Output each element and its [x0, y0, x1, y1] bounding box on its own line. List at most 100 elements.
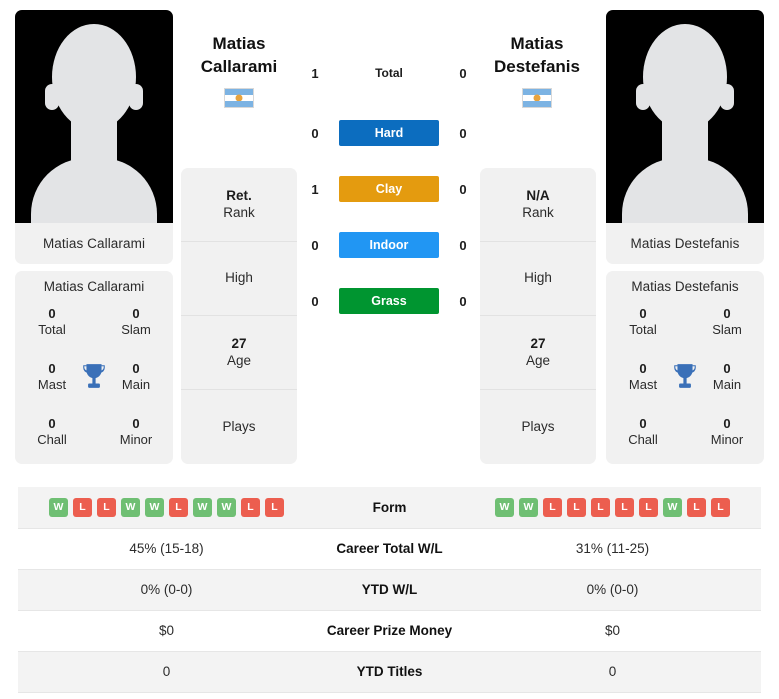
h2h-surface-badge-hard[interactable]: Hard — [339, 120, 439, 146]
titles-slam-label-right: Slam — [712, 322, 742, 338]
stat-value-right: 0% (0-0) — [586, 582, 639, 597]
titles-minor-label-right: Minor — [710, 432, 744, 448]
h2h-surface-badge-total[interactable]: Total — [339, 60, 439, 86]
info-row-plays-left: Plays — [181, 390, 297, 464]
age-value-left: 27 — [231, 335, 247, 351]
titles-chall-label-left: Chall — [37, 432, 67, 448]
titles-slam-left: 0 Slam — [105, 306, 167, 339]
form-badge-loss[interactable]: L — [73, 497, 92, 517]
form-badge-loss[interactable]: L — [265, 497, 284, 517]
form-badge-loss[interactable]: L — [543, 497, 562, 517]
titles-card-name-left: Matias Callarami — [43, 279, 145, 294]
titles-chall-value-left: 0 — [48, 416, 56, 431]
titles-total-label-right: Total — [629, 322, 657, 338]
argentina-flag-icon-right — [522, 88, 552, 108]
table-row: 0 YTD Titles 0 — [18, 651, 761, 692]
titles-minor-label-left: Minor — [119, 432, 153, 448]
form-badge-win[interactable]: W — [663, 497, 682, 517]
form-badge-loss[interactable]: L — [639, 497, 658, 517]
stat-value-right: $0 — [604, 623, 621, 638]
player-last-name-left: Callarami — [200, 56, 278, 76]
form-badge-win[interactable]: W — [145, 497, 164, 517]
stat-value-right: 0 — [608, 664, 617, 679]
info-row-age-left: 27 Age — [181, 316, 297, 390]
rank-label-right: Rank — [522, 204, 554, 220]
h2h-surface-badge-clay[interactable]: Clay — [339, 176, 439, 202]
titles-mast-label-right: Mast — [628, 377, 658, 393]
form-badge-loss[interactable]: L — [241, 497, 260, 517]
info-row-high-left: High — [181, 242, 297, 316]
player-headline-name-left: Matias Callarami — [164, 33, 314, 79]
h2h-row-grass: 0 Grass 0 — [304, 288, 474, 314]
titles-slam-value-left: 0 — [132, 306, 140, 321]
high-label-left: High — [225, 270, 253, 286]
stat-value-left: $0 — [158, 623, 175, 638]
stat-value-right: WWLLLLLWLL — [464, 487, 761, 528]
rank-label-left: Rank — [223, 204, 255, 220]
avatar-ear-left — [636, 84, 650, 110]
h2h-score-right-hard: 0 — [459, 125, 467, 141]
argentina-flag-icon-left — [224, 88, 254, 108]
stat-label: YTD W/L — [361, 582, 418, 597]
form-badge-win[interactable]: W — [217, 497, 236, 517]
age-value-right: 27 — [530, 335, 546, 351]
h2h-score-left-hard: 0 — [311, 125, 319, 141]
age-label-right: Age — [525, 352, 551, 368]
h2h-score-right-clay: 0 — [459, 181, 467, 197]
form-badge-win[interactable]: W — [49, 497, 68, 517]
stat-label: Form — [372, 499, 407, 515]
player-photo-card-right[interactable]: Matias Destefanis — [606, 10, 764, 264]
table-row: 45% (15-18) Career Total W/L 31% (11-25) — [18, 528, 761, 569]
titles-main-left: 0 Main — [105, 361, 167, 394]
h2h-surface-badge-grass[interactable]: Grass — [339, 288, 439, 314]
rank-value-right: N/A — [526, 187, 550, 203]
titles-total-label-left: Total — [38, 322, 66, 338]
player-photo-right — [606, 10, 764, 223]
form-badge-win[interactable]: W — [121, 497, 140, 517]
titles-minor-right: 0 Minor — [696, 416, 758, 449]
titles-mast-value-right: 0 — [639, 361, 647, 376]
form-badge-loss[interactable]: L — [711, 497, 730, 517]
h2h-row-total: 1 Total 0 — [304, 60, 474, 86]
player-photo-name-left: Matias Callarami — [42, 236, 146, 251]
form-badge-loss[interactable]: L — [169, 497, 188, 517]
form-badge-loss[interactable]: L — [687, 497, 706, 517]
plays-label-right: Plays — [521, 418, 555, 434]
trophy-icon — [674, 364, 696, 388]
titles-total-right: 0 Total — [612, 306, 674, 339]
stat-value-left: WLLWWLWWLL — [18, 487, 315, 528]
titles-chall-label-right: Chall — [628, 432, 658, 448]
titles-minor-left: 0 Minor — [105, 416, 167, 449]
h2h-score-left-clay: 1 — [311, 181, 319, 197]
player-info-card-right: N/A Rank High 27 Age Plays — [480, 168, 596, 464]
h2h-score-left-total: 1 — [311, 65, 319, 81]
h2h-row-hard: 0 Hard 0 — [304, 120, 474, 146]
player-photo-card-left[interactable]: Matias Callarami — [15, 10, 173, 264]
flag-stripe-bottom — [225, 101, 253, 107]
avatar-ear-right — [129, 84, 143, 110]
form-strip-right: WWLLLLLWLL — [464, 497, 761, 517]
form-badge-loss[interactable]: L — [615, 497, 634, 517]
player-photo-left — [15, 10, 173, 223]
player-info-card-left: Ret. Rank High 27 Age Plays — [181, 168, 297, 464]
avatar-ear-right — [720, 84, 734, 110]
age-label-left: Age — [226, 352, 252, 368]
titles-minor-value-right: 0 — [723, 416, 731, 431]
form-badge-win[interactable]: W — [519, 497, 538, 517]
form-badge-loss[interactable]: L — [567, 497, 586, 517]
form-badge-win[interactable]: W — [193, 497, 212, 517]
form-badge-loss[interactable]: L — [591, 497, 610, 517]
titles-mast-label-left: Mast — [37, 377, 67, 393]
titles-total-left: 0 Total — [21, 306, 83, 339]
rank-value-left: Ret. — [226, 187, 252, 203]
titles-mast-value-left: 0 — [48, 361, 56, 376]
trophy-icon — [83, 364, 105, 388]
h2h-row-indoor: 0 Indoor 0 — [304, 232, 474, 258]
form-badge-loss[interactable]: L — [97, 497, 116, 517]
titles-main-label-right: Main — [712, 377, 742, 393]
h2h-row-clay: 1 Clay 0 — [304, 176, 474, 202]
avatar-ear-left — [45, 84, 59, 110]
table-row: W L L W W L W W L L Form W W L L L L L W L L — [18, 487, 761, 528]
form-badge-win[interactable]: W — [495, 497, 514, 517]
h2h-surface-badge-indoor[interactable]: Indoor — [339, 232, 439, 258]
